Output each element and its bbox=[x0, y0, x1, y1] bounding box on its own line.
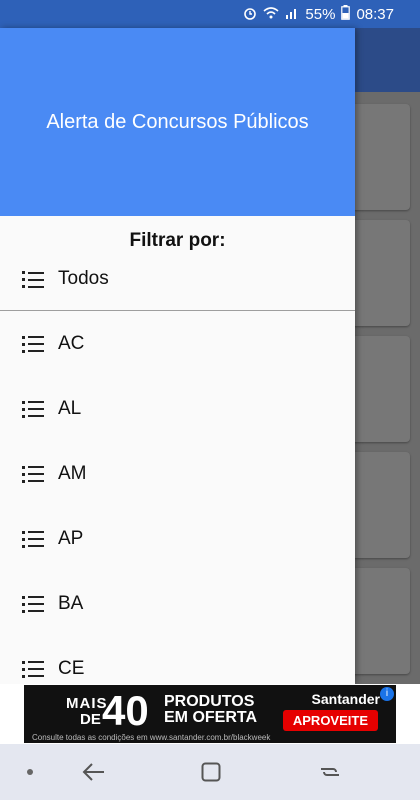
list-icon bbox=[22, 400, 44, 418]
filter-item-ap[interactable]: AP bbox=[0, 506, 355, 571]
wifi-icon bbox=[263, 6, 279, 23]
filter-item-label: AM bbox=[58, 462, 87, 484]
system-nav-bar bbox=[0, 744, 420, 800]
ad-info-icon[interactable]: i bbox=[380, 687, 394, 701]
filter-item-label: AL bbox=[58, 397, 82, 419]
filter-item-todos[interactable]: Todos bbox=[0, 254, 355, 304]
ad-text-de: DE bbox=[80, 711, 101, 728]
filter-item-al[interactable]: AL bbox=[0, 376, 355, 441]
ad-cta-button[interactable]: APROVEITE bbox=[282, 710, 378, 731]
list-icon bbox=[22, 530, 44, 548]
drawer-title: Alerta de Concursos Públicos bbox=[46, 110, 309, 133]
battery-icon bbox=[341, 5, 351, 24]
clock: 08:37 bbox=[356, 6, 394, 23]
ad-banner-container: MAIS DE 40 PRODUTOS EM OFERTA Santander … bbox=[0, 684, 420, 744]
signal-icon bbox=[285, 6, 299, 23]
list-icon bbox=[22, 595, 44, 613]
recent-apps-icon[interactable] bbox=[300, 744, 360, 800]
alarm-icon bbox=[243, 6, 257, 24]
filter-item-ba[interactable]: BA bbox=[0, 571, 355, 636]
filter-item-label: CE bbox=[58, 657, 85, 679]
nav-dot-icon[interactable] bbox=[0, 744, 60, 800]
list-icon bbox=[22, 270, 44, 288]
filter-title: Filtrar por: bbox=[129, 230, 226, 251]
list-icon bbox=[22, 335, 44, 353]
list-icon bbox=[22, 465, 44, 483]
filter-item-ce[interactable]: CE bbox=[0, 636, 355, 684]
drawer-header: Alerta de Concursos Públicos bbox=[0, 28, 355, 216]
filter-item-label: Todos bbox=[58, 268, 109, 289]
filter-item-label: AP bbox=[58, 527, 84, 549]
filter-item-am[interactable]: AM bbox=[0, 441, 355, 506]
ad-brand: Santander bbox=[311, 691, 380, 707]
navigation-drawer: Alerta de Concursos Públicos Filtrar por… bbox=[0, 28, 355, 684]
ad-number: 40 bbox=[102, 687, 149, 734]
ad-banner[interactable]: MAIS DE 40 PRODUTOS EM OFERTA Santander … bbox=[24, 685, 396, 743]
ad-text-oferta: EM OFERTA bbox=[164, 709, 258, 726]
home-icon[interactable] bbox=[181, 744, 241, 800]
filter-item-ac[interactable]: AC bbox=[0, 311, 355, 376]
ad-fine-print: Consulte todas as condições em www.santa… bbox=[32, 733, 271, 742]
battery-percent: 55% bbox=[305, 6, 336, 23]
status-bar: 55% 08:37 bbox=[0, 0, 420, 28]
filter-item-label: AC bbox=[58, 332, 85, 354]
back-icon[interactable] bbox=[64, 744, 124, 800]
list-icon bbox=[22, 660, 44, 678]
filter-item-label: BA bbox=[58, 592, 84, 614]
